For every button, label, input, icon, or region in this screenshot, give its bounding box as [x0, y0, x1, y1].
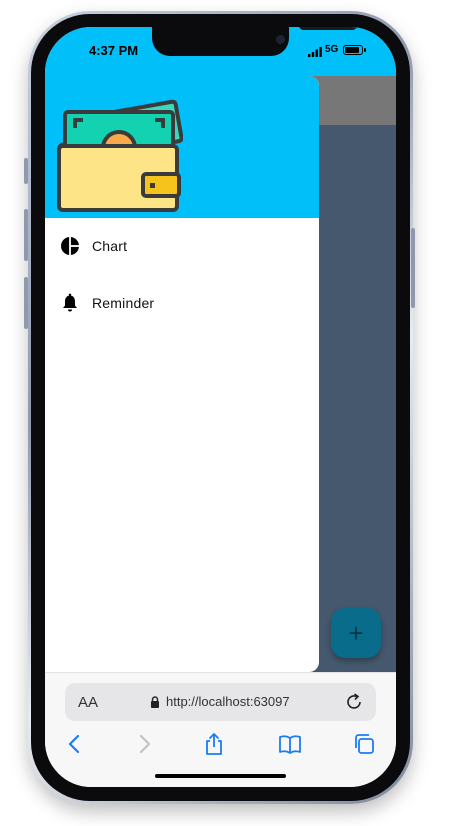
- back-icon[interactable]: [63, 732, 87, 756]
- silent-switch: [24, 158, 28, 184]
- camera: [276, 35, 285, 44]
- wallet-icon: [57, 99, 183, 212]
- status-time: 4:37 PM: [89, 43, 139, 58]
- url-text[interactable]: http://localhost:63097: [166, 694, 290, 709]
- drawer-item-label: Chart: [92, 238, 128, 254]
- tabs-icon[interactable]: [352, 732, 376, 756]
- text-size-button[interactable]: AA: [78, 694, 98, 711]
- address-bar[interactable]: AA http://localhost:63097: [65, 683, 376, 721]
- forward-icon[interactable]: [132, 732, 156, 756]
- share-icon[interactable]: [202, 732, 226, 756]
- notch: [152, 27, 357, 56]
- drawer-item-label: Reminder: [92, 295, 155, 311]
- browser-chrome: AA http://localhost:63097: [45, 672, 396, 787]
- network-label: 5G: [325, 44, 339, 55]
- screen: + 4:37 PM 5G Chart Reminder AA http://lo…: [45, 27, 396, 787]
- volume-down-button: [24, 277, 28, 329]
- power-button: [411, 228, 415, 308]
- plus-icon: +: [348, 617, 364, 648]
- navigation-drawer: Chart Reminder: [45, 76, 319, 672]
- home-indicator[interactable]: [155, 774, 286, 778]
- drawer-header: [45, 76, 319, 218]
- status-bar: 4:37 PM 5G: [45, 27, 396, 76]
- reload-icon[interactable]: [345, 693, 363, 711]
- battery-icon: [343, 45, 366, 55]
- bell-icon: [63, 293, 77, 312]
- volume-up-button: [24, 209, 28, 261]
- add-fab-button[interactable]: +: [331, 608, 381, 658]
- lock-icon: [151, 696, 159, 708]
- drawer-item-chart[interactable]: Chart: [45, 221, 319, 271]
- bookmarks-icon[interactable]: [278, 732, 302, 756]
- speaker: [299, 27, 357, 30]
- pie-chart-icon: [61, 237, 79, 255]
- signal-bars-icon: [308, 47, 322, 57]
- drawer-item-reminder[interactable]: Reminder: [45, 278, 319, 328]
